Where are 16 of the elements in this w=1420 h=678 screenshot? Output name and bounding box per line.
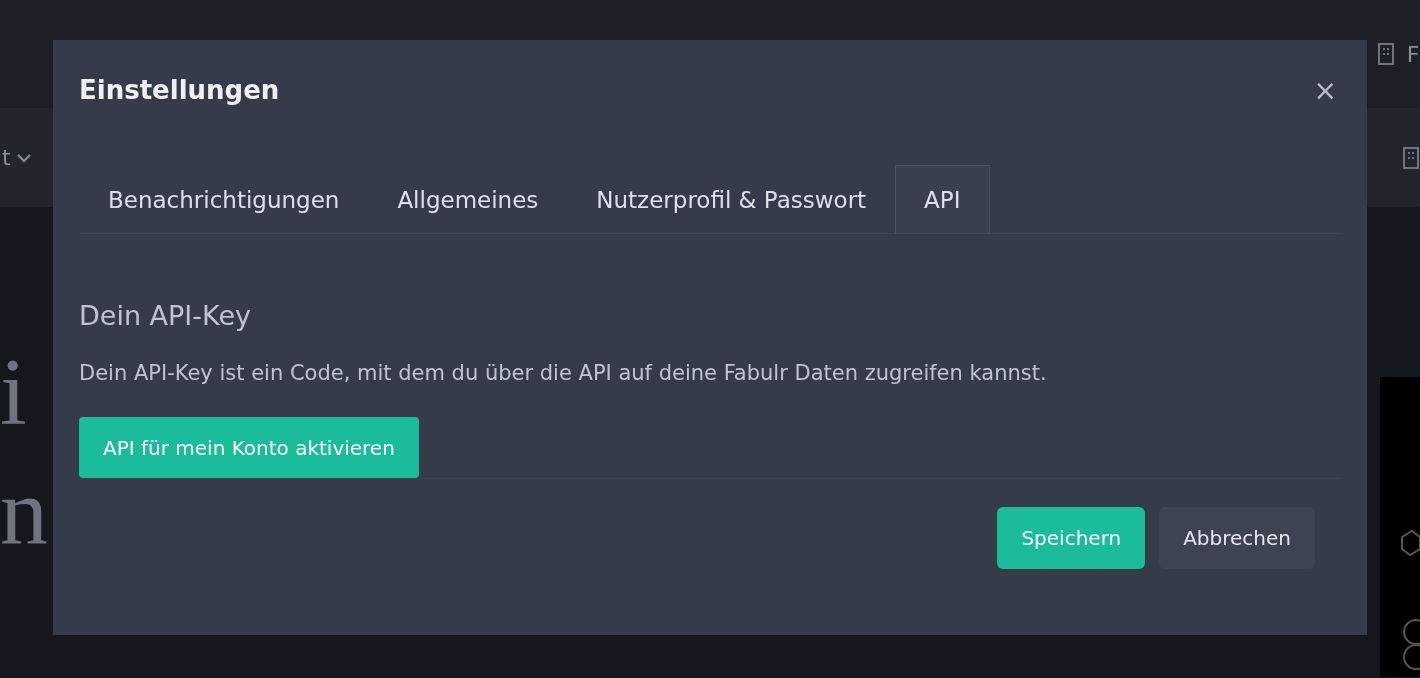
tab[interactable]: Nutzerprofil & Passwort	[567, 165, 896, 233]
building-icon	[1376, 43, 1395, 65]
cancel-button[interactable]: Abbrechen	[1159, 507, 1315, 569]
dialog-title: Einstellungen	[79, 75, 280, 105]
headline-letter: i	[0, 337, 28, 447]
chevron-down-icon	[16, 152, 31, 163]
close-button[interactable]: ×	[1309, 73, 1341, 107]
tab[interactable]: Allgemeines	[368, 165, 568, 233]
description-text: Dein API-Key ist ein Code, mit dem du über die API auf deine Fabulr Daten zugreifen kannst.	[79, 361, 1048, 385]
tab[interactable]: Benachrichtigungen	[79, 165, 369, 233]
tab[interactable]: API	[895, 165, 990, 233]
dropdown-label[interactable]: t	[2, 145, 31, 170]
section-heading: Dein API-Key	[79, 300, 252, 331]
building-icon	[1402, 146, 1420, 169]
nav-label[interactable]: Fi	[1406, 41, 1420, 67]
headline-letter: n	[0, 457, 48, 567]
